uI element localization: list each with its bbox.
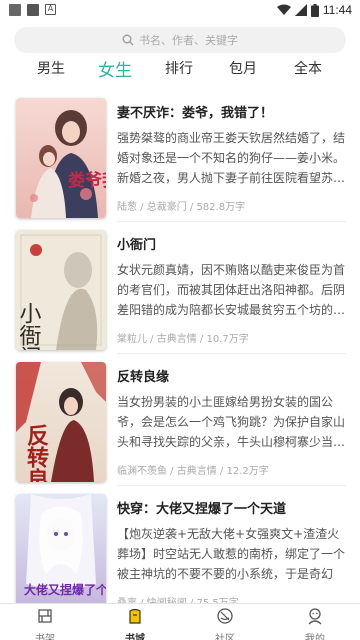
nav-bookstore[interactable]: 书城 xyxy=(105,607,165,640)
book-meta: 陆葱 / 总裁豪门 / 582.8万字 xyxy=(117,202,246,213)
nav-profile-label: 我的 xyxy=(305,634,325,640)
nav-community-label: 社区 xyxy=(215,634,235,640)
signal-icon xyxy=(294,4,307,16)
status-bar: A 11:44 xyxy=(0,0,360,22)
nav-profile[interactable]: 我的 xyxy=(285,607,345,640)
book-description: 【炮灰逆袭+无敌大佬+女强爽文+渣渣火葬场】时空站无人敢惹的南桥，绑定了一个被主… xyxy=(117,527,346,581)
cover-title-text: 大佬又捏爆了个天道 xyxy=(24,582,106,597)
tab-monthly[interactable]: 包月 xyxy=(213,58,273,78)
book-cover[interactable]: 娄爷我错了 xyxy=(16,98,106,218)
tab-male[interactable]: 男生 xyxy=(21,58,81,78)
profile-icon xyxy=(308,608,322,625)
book-description: 当女扮男装的小土匪嫁给男扮女装的国公爷，会是怎么一个鸡飞狗跳？为保护自家山头和寻… xyxy=(117,395,346,449)
wifi-icon xyxy=(276,4,291,15)
cover-title-text: 娄爷我错了 xyxy=(68,170,106,191)
book-meta: 临渊不羡鱼 / 古典言情 / 12.2万字 xyxy=(117,466,269,477)
book-item[interactable]: 大佬又捏爆了个天道 快穿：大佬又捏爆了一个天道 【炮灰逆袭+无敌大佬+女强爽文+… xyxy=(0,486,360,618)
tab-female[interactable]: 女生 xyxy=(85,56,145,81)
bottom-nav: 书架 书城 社区 我的 xyxy=(0,603,360,640)
image-notification-icon xyxy=(9,4,21,16)
search-placeholder: 书名、作者、关键字 xyxy=(139,34,238,47)
clock: 11:44 xyxy=(322,3,352,17)
nav-community[interactable]: 社区 xyxy=(195,607,255,640)
book-title[interactable]: 反转良缘 xyxy=(117,366,169,385)
bookstore-icon xyxy=(129,608,141,624)
community-icon xyxy=(217,608,233,624)
category-tabs: 男生 女生 排行 包月 全本 xyxy=(0,58,360,86)
cover-title-text: 小衙门 xyxy=(16,302,42,350)
book-item[interactable]: 娄爷我错了 妻不厌诈：娄爷，我错了！ 强势桀骜的商业帝王娄天钦居然结婚了，结婚对… xyxy=(0,90,360,222)
book-title[interactable]: 小衙门 xyxy=(117,234,156,253)
sd-card-icon xyxy=(27,4,39,16)
tab-complete[interactable]: 全本 xyxy=(278,58,338,78)
book-title[interactable]: 妻不厌诈：娄爷，我错了！ xyxy=(117,102,273,121)
notification-icons: A xyxy=(9,4,56,16)
book-cover[interactable]: 反转良缘 xyxy=(16,362,106,482)
tab-ranking[interactable]: 排行 xyxy=(149,58,209,78)
search-bar[interactable]: 书名、作者、关键字 xyxy=(14,27,346,53)
nav-bookshelf[interactable]: 书架 xyxy=(15,607,75,640)
book-description: 强势桀骜的商业帝王娄天钦居然结婚了，结婚对象还是一个不知名的狗仔——姜小米。新婚… xyxy=(117,131,346,185)
nav-bookshelf-label: 书架 xyxy=(35,634,55,640)
book-cover[interactable]: 小衙门 xyxy=(16,230,106,350)
battery-icon xyxy=(310,3,319,17)
book-item[interactable]: 反转良缘 反转良缘 当女扮男装的小土匪嫁给男扮女装的国公爷，会是怎么一个鸡飞狗跳… xyxy=(0,354,360,486)
app-notification-icon: A xyxy=(45,4,56,15)
search-icon xyxy=(122,34,134,46)
bookshelf-icon xyxy=(38,609,52,623)
book-title[interactable]: 快穿：大佬又捏爆了一个天道 xyxy=(117,498,286,517)
cover-title-text: 反转良缘 xyxy=(23,424,49,482)
nav-bookstore-label: 书城 xyxy=(125,634,145,640)
book-description: 女状元颜真婧，因不贿赂以酷吏来俊臣为首的考官们，而被其团体赶出洛阳神都。后阴差阳… xyxy=(117,263,346,317)
book-meta: 棠粒儿 / 古典言情 / 10.7万字 xyxy=(117,334,249,345)
book-cover[interactable]: 大佬又捏爆了个天道 xyxy=(16,494,106,614)
book-item[interactable]: 小衙门 小衙门 女状元颜真婧，因不贿赂以酷吏来俊臣为首的考官们，而被其团体赶出洛… xyxy=(0,222,360,354)
